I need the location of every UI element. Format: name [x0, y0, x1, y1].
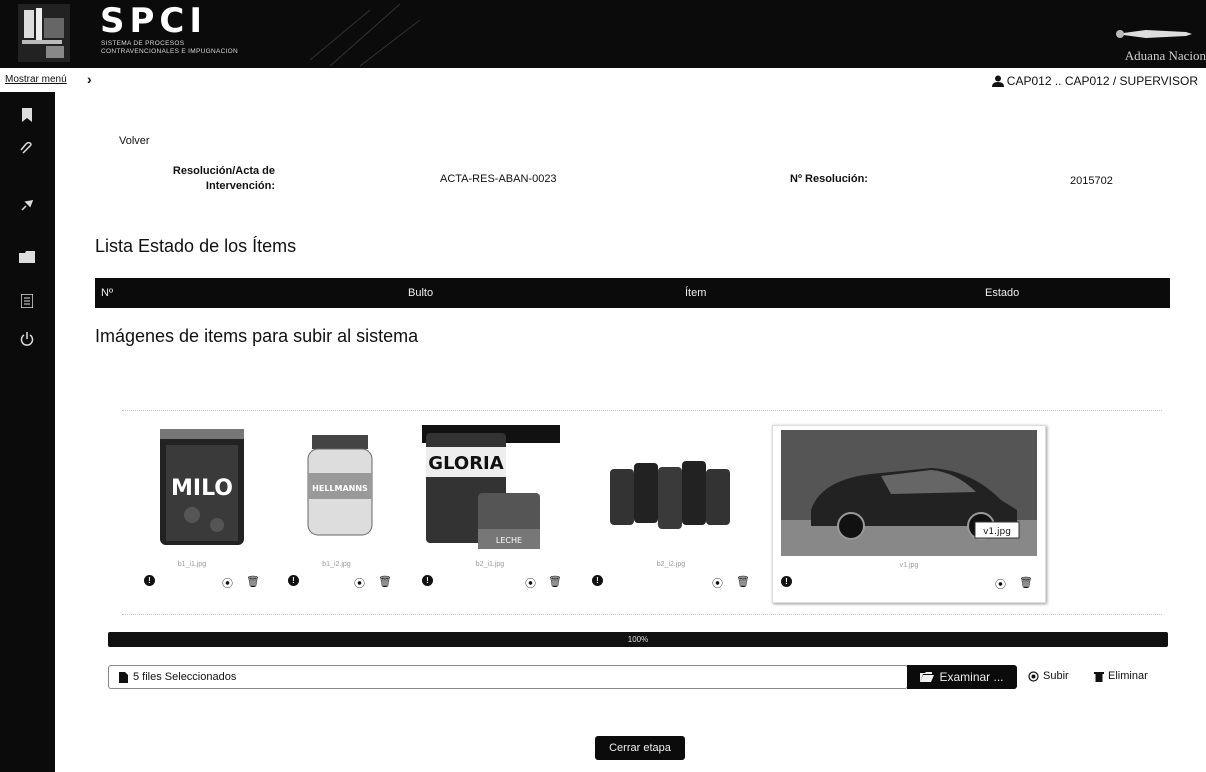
- image-thumb[interactable]: HELLMANNS b1_i2.jpg ! ⦿ 🗑: [274, 425, 399, 605]
- browse-label: Examinar ...: [939, 670, 1004, 684]
- col-package[interactable]: Bulto: [408, 287, 433, 299]
- bookmark-icon[interactable]: [18, 106, 36, 124]
- col-item[interactable]: Ítem: [685, 287, 706, 299]
- info-icon[interactable]: !: [422, 575, 433, 586]
- pin-icon[interactable]: [18, 196, 36, 214]
- cans-pack-image: [610, 461, 730, 529]
- info-icon[interactable]: !: [288, 575, 299, 586]
- user-info[interactable]: CAP012 .. CAP012 / SUPERVISOR: [991, 74, 1198, 88]
- resolution-number-label: Nº Resolución:: [790, 173, 868, 185]
- file-name: b2_i1.jpg: [475, 561, 505, 568]
- folder-icon[interactable]: [18, 248, 36, 266]
- svg-text:LECHE: LECHE: [496, 536, 522, 545]
- file-name: b1_i1.jpg: [177, 561, 207, 568]
- close-stage-button[interactable]: Cerrar etapa: [595, 736, 685, 760]
- car-image: v1.jpg: [781, 430, 1037, 556]
- browse-button[interactable]: Examinar ...: [907, 665, 1017, 689]
- app-header: SPCI SISTEMA DE PROCESOS CONTRAVENCIONAL…: [0, 0, 1206, 68]
- trash-icon[interactable]: 🗑: [548, 575, 562, 588]
- file-name: v1.jpg: [899, 562, 919, 569]
- upload-circle-icon[interactable]: ⦿: [712, 575, 723, 591]
- items-table-header: Nº Bulto Ítem Estado: [95, 278, 1170, 308]
- upload-progress-bar: 100%: [108, 632, 1168, 647]
- agency-name: Aduana Nacion: [1124, 48, 1206, 63]
- info-icon[interactable]: !: [592, 575, 603, 586]
- app-title: SPCI: [100, 1, 208, 41]
- files-selected-text: 5 files Seleccionados: [133, 671, 237, 683]
- aduana-emblem-icon: [18, 4, 70, 62]
- list-icon[interactable]: [18, 292, 36, 310]
- user-label: CAP012 .. CAP012 / SUPERVISOR: [1006, 74, 1198, 88]
- file-name: b1_i2.jpg: [322, 561, 351, 568]
- user-icon: [991, 75, 1004, 87]
- hellmanns-jar-image: HELLMANNS: [307, 435, 373, 536]
- images-section-title: Imágenes de items para subir al sistema: [95, 326, 419, 346]
- milo-can-image: MILO: [160, 429, 244, 545]
- progress-label: 100%: [627, 635, 649, 644]
- resolution-number-value: 2015702: [1070, 175, 1113, 187]
- image-gallery: MILO b1_i1.jpg ! ⦿ 🗑 HELLMANNS b1_i2.jpg…: [122, 410, 1162, 615]
- delete-label: Eliminar: [1108, 670, 1148, 682]
- trash-icon[interactable]: 🗑: [1019, 576, 1033, 589]
- gloria-milk-cans-image: GLORIA LECHE: [422, 425, 560, 549]
- trash-icon[interactable]: 🗑: [246, 575, 260, 588]
- trash-icon[interactable]: 🗑: [378, 575, 392, 588]
- info-icon[interactable]: !: [781, 576, 792, 587]
- image-thumb-selected[interactable]: v1.jpg v1.jpg ! ⦿ 🗑: [772, 425, 1046, 603]
- image-thumb[interactable]: b2_i2.jpg ! ⦿ 🗑: [582, 425, 760, 605]
- svg-text:v1.jpg: v1.jpg: [983, 527, 1011, 537]
- upload-circle-icon[interactable]: ⦿: [354, 575, 365, 591]
- trash-icon[interactable]: 🗑: [736, 575, 750, 588]
- svg-text:HELLMANNS: HELLMANNS: [312, 484, 368, 493]
- info-icon[interactable]: !: [144, 575, 155, 586]
- resolution-value: ACTA-RES-ABAN-0023: [440, 173, 557, 185]
- back-link[interactable]: Volver: [119, 135, 150, 147]
- aduana-logo-icon: [1116, 30, 1192, 38]
- image-thumb[interactable]: MILO b1_i1.jpg ! ⦿ 🗑: [122, 425, 262, 605]
- file-input-display[interactable]: 5 files Seleccionados: [108, 665, 908, 689]
- chevron-right-icon[interactable]: ›: [87, 71, 92, 87]
- upload-circle-icon: [1028, 670, 1039, 682]
- items-section-title: Lista Estado de los Ítems: [95, 236, 297, 256]
- show-menu-link[interactable]: Mostrar menú: [5, 74, 67, 85]
- app-subtitle: SISTEMA DE PROCESOS CONTRAVENCIONALES E …: [101, 40, 239, 55]
- upload-label: Subir: [1043, 670, 1069, 682]
- upload-circle-icon[interactable]: ⦿: [995, 576, 1006, 592]
- paperclip-icon[interactable]: [18, 140, 36, 158]
- sidebar: [0, 92, 55, 772]
- col-status[interactable]: Estado: [985, 287, 1019, 299]
- svg-text:GLORIA: GLORIA: [428, 453, 503, 474]
- svg-text:MILO: MILO: [171, 476, 233, 501]
- top-bar: Mostrar menú › CAP012 .. CAP012 / SUPERV…: [0, 70, 1206, 92]
- header-decoration: [309, 3, 421, 67]
- upload-button[interactable]: Subir: [1028, 670, 1069, 682]
- upload-circle-icon[interactable]: ⦿: [222, 575, 233, 591]
- power-icon[interactable]: [18, 330, 36, 348]
- delete-button[interactable]: Eliminar: [1094, 670, 1148, 682]
- col-number[interactable]: Nº: [101, 287, 113, 299]
- upload-circle-icon[interactable]: ⦿: [525, 575, 536, 591]
- resolution-label: Resolución/Acta de Intervención:: [172, 165, 275, 192]
- trash-icon: [1094, 671, 1104, 682]
- file-name: b2_i2.jpg: [656, 561, 686, 568]
- folder-open-icon: [920, 672, 935, 682]
- image-thumb[interactable]: GLORIA LECHE b2_i1.jpg ! ⦿ 🗑: [410, 425, 570, 605]
- file-icon: [119, 671, 128, 683]
